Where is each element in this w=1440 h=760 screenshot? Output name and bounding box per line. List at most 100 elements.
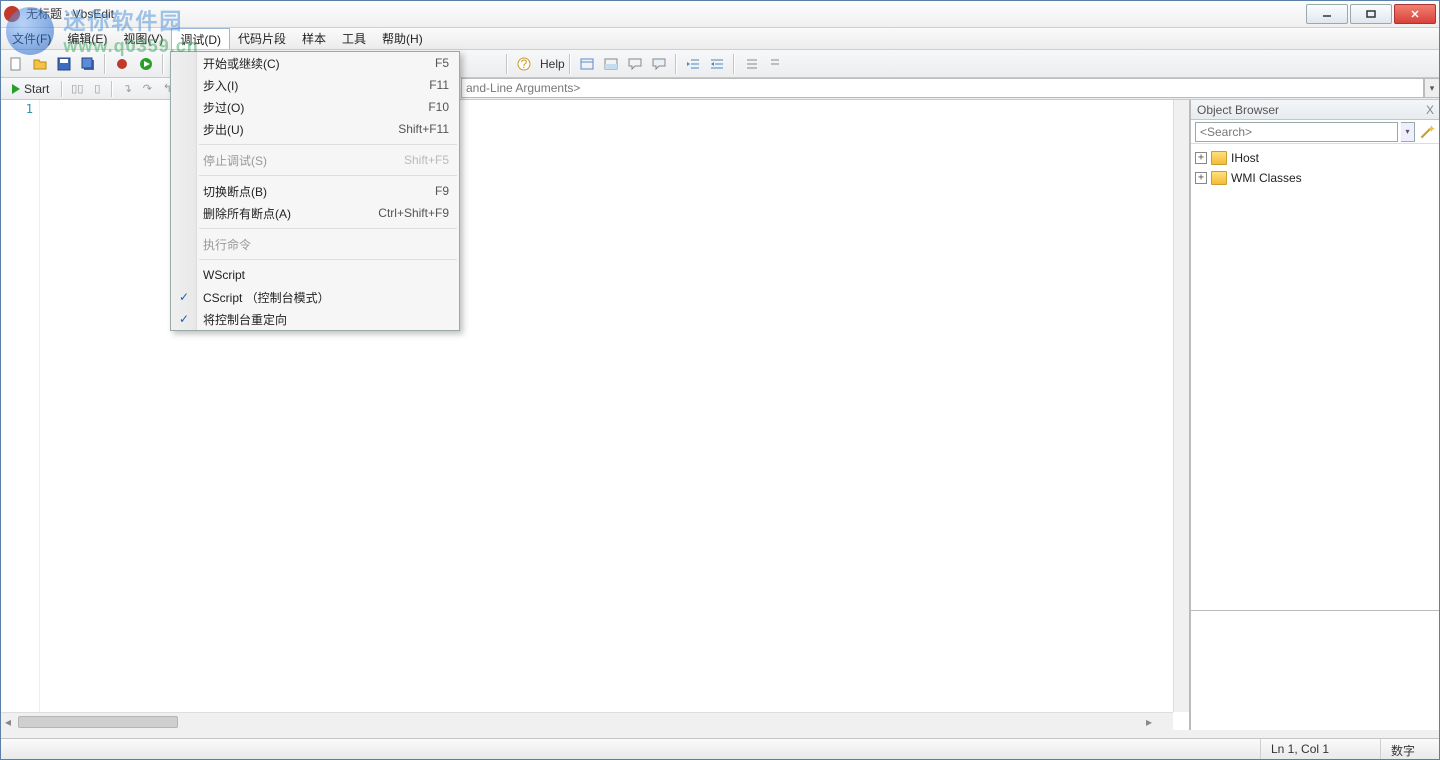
scroll-left-icon[interactable]: ◂ — [0, 714, 16, 730]
help-icon[interactable]: ? — [513, 53, 535, 75]
menu-item-label: 步出(U) — [203, 121, 244, 138]
menu-shortcut: F10 — [428, 100, 449, 114]
bubble-icon[interactable] — [624, 53, 646, 75]
object-browser-header: Object Browser X — [1191, 100, 1440, 120]
menu-item[interactable]: ✓CScript （控制台模式） — [171, 286, 459, 308]
status-mode: 数字 — [1380, 739, 1440, 760]
search-input[interactable]: <Search> — [1195, 122, 1398, 142]
menu-file[interactable]: 文件(F) — [4, 28, 59, 49]
indent-icon[interactable] — [706, 53, 728, 75]
wand-icon[interactable] — [1418, 123, 1436, 141]
menu-item-label: 开始或继续(C) — [203, 55, 280, 72]
menu-bar: 文件(F) 编辑(E) 视图(V) 调试(D) 代码片段 样本 工具 帮助(H) — [0, 28, 1440, 50]
tree-label: IHost — [1231, 151, 1259, 165]
pause-icon[interactable]: ▯▯ — [67, 80, 87, 98]
toolbar-separator — [111, 81, 113, 97]
window-icon[interactable] — [576, 53, 598, 75]
outdent-icon[interactable] — [682, 53, 704, 75]
menu-help[interactable]: 帮助(H) — [374, 28, 431, 49]
save-all-icon[interactable] — [77, 53, 99, 75]
bubble2-icon[interactable] — [648, 53, 670, 75]
object-browser-search: <Search> — [1191, 120, 1440, 144]
stop-icon[interactable]: ▯ — [87, 80, 107, 98]
line-gutter: 1 — [0, 100, 40, 712]
status-position: Ln 1, Col 1 — [1260, 739, 1380, 760]
menu-item[interactable]: 开始或继续(C) F5 — [171, 52, 459, 74]
check-icon: ✓ — [176, 311, 192, 327]
menu-item-label: CScript （控制台模式） — [203, 289, 330, 306]
minimize-button[interactable] — [1306, 4, 1348, 24]
menu-shortcut: F11 — [429, 78, 449, 92]
menu-item-label: 执行命令 — [203, 236, 251, 253]
arguments-input[interactable]: and-Line Arguments> — [461, 78, 1424, 98]
menu-item-label: 删除所有断点(A) — [203, 205, 291, 222]
comment-icon[interactable] — [740, 53, 762, 75]
horizontal-scrollbar[interactable]: ◂ ▸ — [0, 712, 1173, 730]
step-over-icon[interactable]: ↷ — [137, 80, 157, 98]
search-dropdown-icon[interactable] — [1401, 122, 1415, 142]
close-button[interactable] — [1394, 4, 1436, 24]
tree-item-ihost[interactable]: + IHost — [1195, 148, 1436, 168]
start-button[interactable]: Start — [4, 81, 57, 97]
menu-item[interactable]: 删除所有断点(A) Ctrl+Shift+F9 — [171, 202, 459, 224]
menu-separator — [199, 259, 457, 260]
menu-separator — [199, 228, 457, 229]
menu-item[interactable]: 切换断点(B) F9 — [171, 180, 459, 202]
arguments-placeholder: and-Line Arguments> — [466, 81, 580, 95]
debug-dropdown-menu: 开始或继续(C) F5 步入(I) F11 步过(O) F10 步出(U) Shift+F11… — [170, 51, 460, 331]
menu-debug[interactable]: 调试(D) — [171, 28, 230, 49]
open-folder-icon[interactable] — [29, 53, 51, 75]
tree-item-wmi[interactable]: + WMI Classes — [1195, 168, 1436, 188]
step-into-icon[interactable]: ↴ — [117, 80, 137, 98]
folder-icon — [1211, 151, 1227, 165]
window-title: 无标题 - VbsEdit — [26, 5, 1306, 22]
menu-shortcut: F9 — [435, 184, 449, 198]
expand-icon[interactable]: + — [1195, 172, 1207, 184]
status-bar: Ln 1, Col 1 数字 — [0, 738, 1440, 760]
record-icon[interactable] — [111, 53, 133, 75]
menu-separator — [199, 175, 457, 176]
uncomment-icon[interactable] — [764, 53, 786, 75]
menu-item-label: 步入(I) — [203, 77, 238, 94]
menu-edit[interactable]: 编辑(E) — [59, 28, 115, 49]
menu-view[interactable]: 视图(V) — [115, 28, 171, 49]
toolbar-separator — [506, 54, 508, 74]
menu-item[interactable]: 步入(I) F11 — [171, 74, 459, 96]
vertical-scrollbar[interactable] — [1173, 100, 1189, 712]
maximize-button[interactable] — [1350, 4, 1392, 24]
menu-item-label: 步过(O) — [203, 99, 244, 116]
arguments-dropdown[interactable] — [1424, 78, 1440, 98]
scroll-thumb[interactable] — [18, 716, 178, 728]
menu-item-label: WScript — [203, 268, 245, 282]
toolbar-separator — [162, 54, 164, 74]
menu-shortcut: Ctrl+Shift+F9 — [378, 206, 449, 220]
save-icon[interactable] — [53, 53, 75, 75]
object-browser-title: Object Browser — [1197, 103, 1279, 117]
menu-item-label: 停止调试(S) — [203, 152, 267, 169]
menu-item-label: 切换断点(B) — [203, 183, 267, 200]
window-controls — [1306, 4, 1436, 24]
menu-tools[interactable]: 工具 — [334, 28, 374, 49]
close-panel-icon[interactable]: X — [1426, 103, 1434, 117]
toolbar-separator — [61, 81, 63, 97]
menu-shortcut: Shift+F11 — [398, 122, 449, 136]
menu-shortcut: F5 — [435, 56, 449, 70]
menu-snippets[interactable]: 代码片段 — [230, 28, 294, 49]
menu-item[interactable]: 步过(O) F10 — [171, 96, 459, 118]
expand-icon[interactable]: + — [1195, 152, 1207, 164]
menu-samples[interactable]: 样本 — [294, 28, 334, 49]
toolbar-separator — [569, 54, 571, 74]
object-browser-panel: Object Browser X <Search> + IHost + WMI … — [1190, 100, 1440, 730]
panel-icon[interactable] — [600, 53, 622, 75]
new-file-icon[interactable] — [5, 53, 27, 75]
play-icon[interactable] — [135, 53, 157, 75]
help-label[interactable]: Help — [540, 57, 565, 71]
scroll-right-icon[interactable]: ▸ — [1141, 714, 1157, 730]
line-number: 1 — [0, 102, 39, 116]
menu-item: 停止调试(S)Shift+F5 — [171, 149, 459, 171]
toolbar-separator — [675, 54, 677, 74]
menu-item[interactable]: WScript — [171, 264, 459, 286]
menu-item[interactable]: 步出(U) Shift+F11 — [171, 118, 459, 140]
menu-item[interactable]: ✓将控制台重定向 — [171, 308, 459, 330]
toolbar-separator — [104, 54, 106, 74]
